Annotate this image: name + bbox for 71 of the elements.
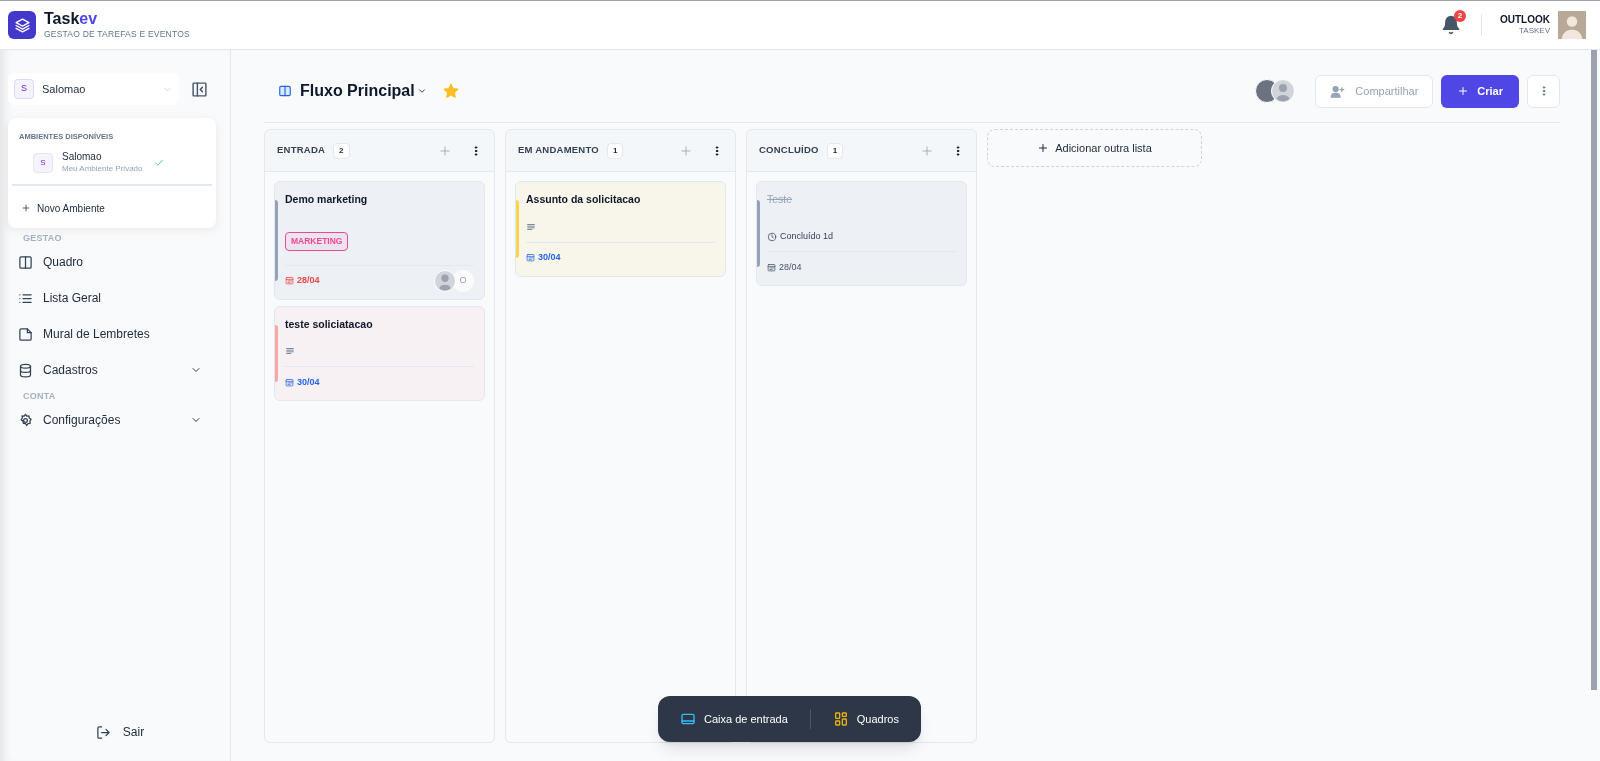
count-badge: 1 [826, 142, 844, 159]
section-heading: CONTA [22, 390, 57, 402]
plus-icon[interactable] [920, 143, 934, 158]
calendar-icon [526, 253, 535, 263]
user-avatar[interactable] [1558, 11, 1586, 39]
settings-icon [18, 412, 33, 428]
plus-icon [1037, 142, 1050, 154]
chevron-down-icon [416, 86, 427, 96]
calendar-icon [285, 276, 294, 285]
plus-icon [21, 203, 31, 214]
star-icon[interactable] [442, 83, 459, 99]
clock-icon [767, 231, 777, 242]
member-avatar [1271, 79, 1296, 103]
count-badge: 2 [333, 142, 350, 159]
nav-item[interactable]: Mural de Lembretes [18, 316, 202, 352]
workspace-initial: S [14, 79, 34, 99]
task-card[interactable]: teste soliciatacao 30/04 [274, 305, 485, 402]
due-date: 28/04 [779, 260, 802, 274]
due-date: 30/04 [538, 251, 561, 264]
logout-icon [95, 724, 111, 740]
nav-item[interactable]: Quadro [18, 244, 202, 280]
nav-item[interactable]: Cadastros [18, 352, 202, 388]
logout-button[interactable]: Sair [10, 723, 230, 741]
card-title: teste soliciatacao [285, 316, 374, 332]
workspace-name: Salomao [42, 81, 87, 97]
nav-item[interactable]: Lista Geral [18, 280, 202, 316]
create-button[interactable]: Criar [1441, 74, 1519, 108]
layers-icon [13, 16, 31, 34]
calendar-icon [767, 262, 776, 272]
new-workspace-link[interactable]: Novo Ambiente [8, 185, 216, 228]
app-name: Taskev [44, 11, 99, 28]
bottom-nav-item[interactable]: Caixa de entrada [680, 710, 788, 728]
tag-label: MARKETING [285, 231, 349, 251]
database-icon [18, 362, 33, 378]
notification-bell-icon[interactable] [1441, 15, 1461, 35]
user-name: OUTLOOK [1500, 13, 1550, 27]
plus-icon[interactable] [438, 143, 452, 158]
due-date: 28/04 [297, 273, 320, 287]
section-heading: GESTAO [22, 232, 63, 244]
task-card[interactable]: Assunto da solicitacao 30/04 [515, 181, 726, 277]
workspace-option[interactable]: S Salomao Meu Ambiente Privado [18, 149, 206, 176]
notification-badge: 2 [1454, 10, 1466, 22]
column-title: EM ANDAMENTO [518, 143, 599, 158]
columns-icon [18, 254, 33, 270]
plus-icon[interactable] [679, 143, 693, 158]
document-icon [18, 326, 33, 342]
grid-icon [832, 711, 849, 727]
workspace-selector[interactable]: S Salomao [8, 73, 179, 105]
assignee-avatar [434, 269, 456, 292]
add-list-button[interactable]: Adicionar outra lista [987, 129, 1202, 167]
collapse-sidebar-icon[interactable] [191, 80, 208, 98]
card-title: Assunto da solicitacao [526, 192, 642, 207]
columns-icon [278, 84, 292, 98]
count-badge: 1 [606, 142, 624, 159]
completed-label: Concluído 1d [780, 229, 834, 243]
task-card[interactable]: Demo marketing MARKETING 28/04 O [274, 181, 485, 300]
column-title: ENTRADA [277, 143, 326, 158]
inbox-icon [680, 711, 696, 727]
user-org: TASKEV [1519, 26, 1550, 37]
due-date: 30/04 [297, 375, 320, 389]
nav-item[interactable]: Configurações [18, 402, 202, 438]
bottom-nav-item[interactable]: Quadros [832, 710, 899, 728]
calendar-icon [285, 377, 294, 387]
card-title: Teste [767, 192, 794, 207]
app-subtitle: GESTAO DE TAREFAS E EVENTOS [44, 30, 190, 39]
task-card[interactable]: Teste Concluído 1d 28/04 [756, 181, 967, 287]
column-title: CONCLUÍDO [759, 143, 819, 158]
add-user-icon [1330, 83, 1346, 99]
card-title: Demo marketing [285, 192, 369, 207]
plus-icon [1457, 85, 1470, 97]
scrollbar[interactable] [1591, 50, 1597, 690]
